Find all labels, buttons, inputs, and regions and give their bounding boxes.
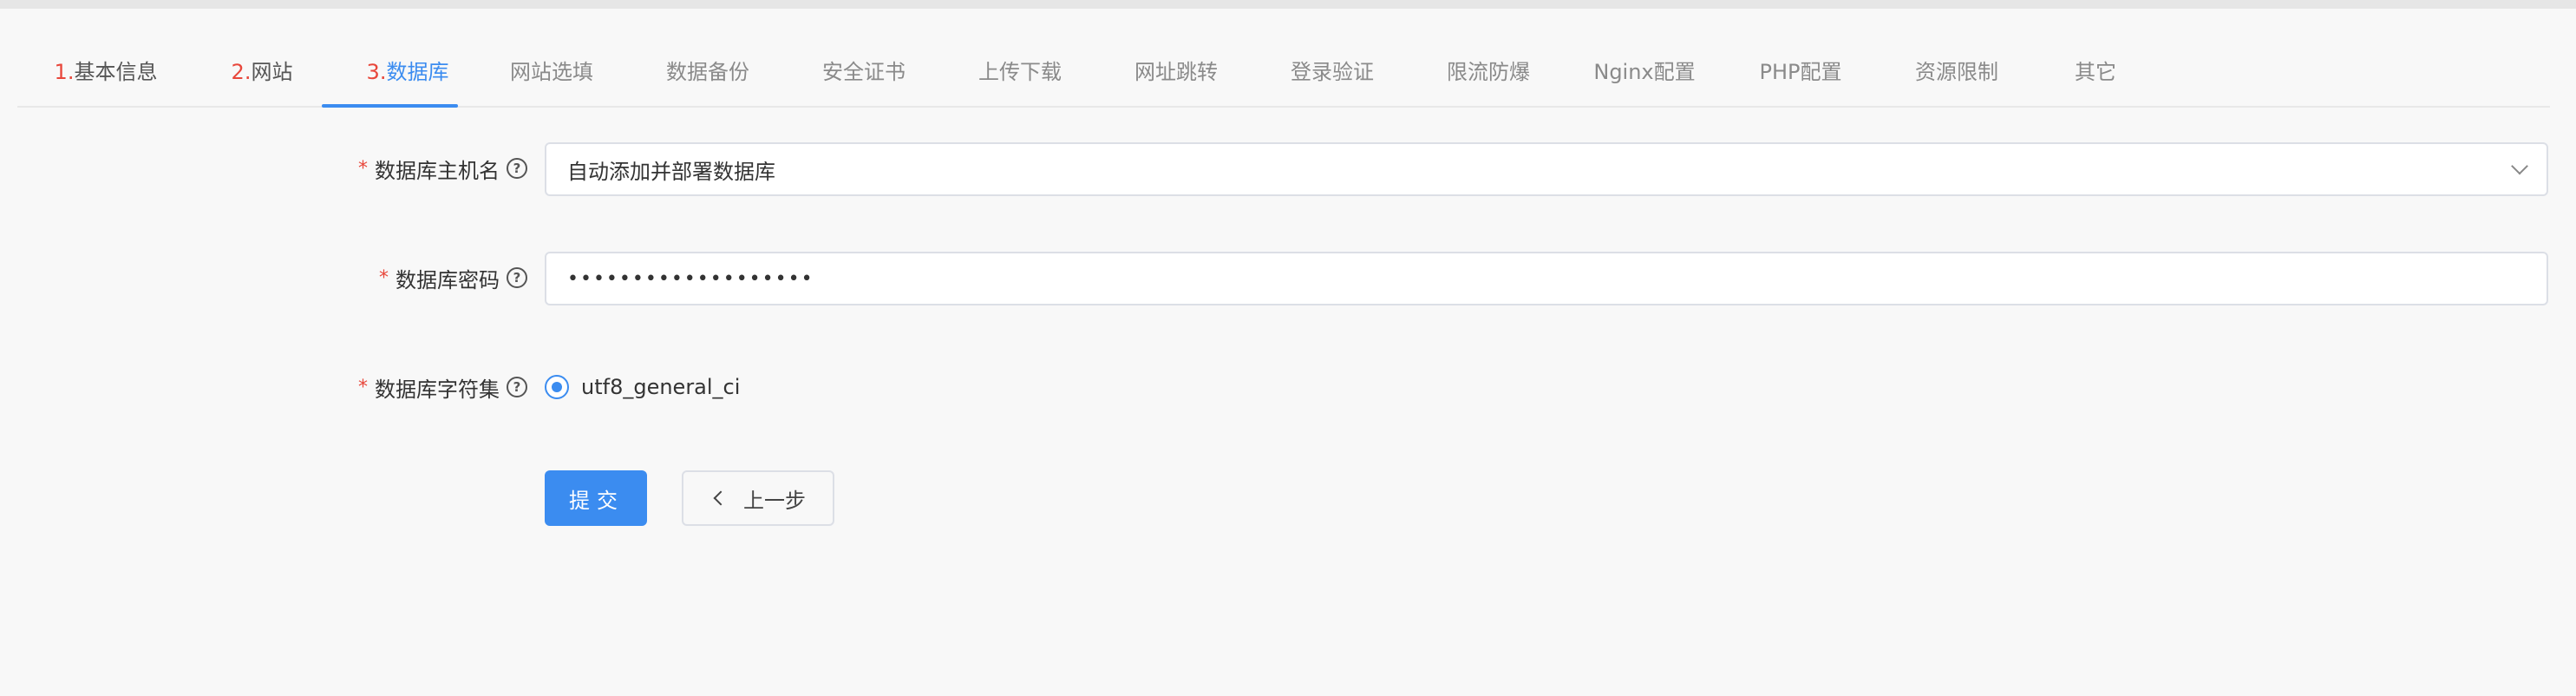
- tab-php-config[interactable]: PHP配置: [1749, 9, 1853, 106]
- tab-data-backup[interactable]: 数据备份: [656, 9, 760, 106]
- tab-label: 数据库: [386, 60, 449, 84]
- required-mark: *: [358, 376, 368, 398]
- tab-site-options[interactable]: 网站选填: [500, 9, 604, 106]
- tab-label: 数据备份: [666, 60, 749, 84]
- tab-label: 网站选填: [510, 60, 593, 84]
- tab-label: 上传下载: [978, 60, 1062, 84]
- prev-step-button[interactable]: 上一步: [682, 470, 834, 526]
- tab-label: 安全证书: [822, 60, 906, 84]
- db-password-label-text: 数据库密码: [396, 267, 500, 292]
- chevron-left-icon: [713, 490, 729, 506]
- tab-upload-download[interactable]: 上传下载: [968, 9, 1072, 106]
- prev-step-label: 上一步: [743, 488, 806, 513]
- tab-login-auth[interactable]: 登录验证: [1280, 9, 1384, 106]
- tab-website[interactable]: 2.网站: [219, 9, 305, 106]
- tab-step-number: 3.: [366, 60, 387, 84]
- db-password-value: •••••••••••••••••••: [567, 267, 814, 290]
- tab-step-number: 1.: [54, 60, 75, 84]
- tab-label: PHP配置: [1759, 60, 1842, 84]
- tab-label: 资源限制: [1915, 60, 1998, 84]
- tab-label: 网站: [251, 60, 293, 84]
- radio-dot: [552, 382, 562, 392]
- step-tabs: 1.基本信息 2.网站 3.数据库 网站选填 数据备份 安全证书 上传下载 网址…: [17, 9, 2550, 108]
- required-mark: *: [358, 157, 368, 180]
- tab-basic-info[interactable]: 1.基本信息: [45, 9, 167, 106]
- db-charset-label-text: 数据库字符集: [375, 377, 500, 402]
- tab-nginx-config[interactable]: Nginx配置: [1584, 9, 1705, 106]
- help-circle-icon[interactable]: ?: [507, 377, 527, 397]
- db-charset-option-label[interactable]: utf8_general_ci: [581, 375, 740, 399]
- submit-button[interactable]: 提交: [545, 470, 647, 526]
- tab-label: 其它: [2075, 60, 2116, 84]
- active-tab-indicator: [322, 104, 458, 108]
- tab-step-number: 2.: [231, 60, 252, 84]
- db-host-label: * 数据库主机名 ?: [358, 153, 527, 184]
- db-host-label-text: 数据库主机名: [375, 158, 500, 183]
- db-host-select[interactable]: 自动添加并部署数据库: [545, 142, 2548, 196]
- radio-selected-icon[interactable]: [545, 375, 569, 399]
- db-host-value: 自动添加并部署数据库: [567, 159, 775, 184]
- tab-rate-limit[interactable]: 限流防爆: [1436, 9, 1540, 106]
- help-circle-icon[interactable]: ?: [507, 158, 527, 179]
- tab-database[interactable]: 3.数据库: [347, 9, 468, 106]
- chevron-down-icon: [2511, 157, 2528, 175]
- required-mark: *: [379, 266, 389, 289]
- tab-ssl-cert[interactable]: 安全证书: [812, 9, 916, 106]
- tab-label: 限流防爆: [1447, 60, 1530, 84]
- tab-label: 基本信息: [74, 60, 158, 84]
- tab-label: 登录验证: [1291, 60, 1374, 84]
- tab-other[interactable]: 其它: [2061, 9, 2130, 106]
- help-circle-icon[interactable]: ?: [507, 267, 527, 288]
- tab-label: 网址跳转: [1134, 60, 1218, 84]
- db-charset-label: * 数据库字符集 ?: [358, 371, 527, 403]
- db-password-label: * 数据库密码 ?: [379, 262, 527, 293]
- top-bar: [0, 0, 2576, 9]
- db-charset-radio-group: utf8_general_ci: [545, 371, 740, 403]
- db-password-input[interactable]: •••••••••••••••••••: [545, 252, 2548, 305]
- tab-label: Nginx配置: [1593, 60, 1696, 84]
- tab-resource-limit[interactable]: 资源限制: [1905, 9, 2009, 106]
- tab-url-redirect[interactable]: 网址跳转: [1124, 9, 1228, 106]
